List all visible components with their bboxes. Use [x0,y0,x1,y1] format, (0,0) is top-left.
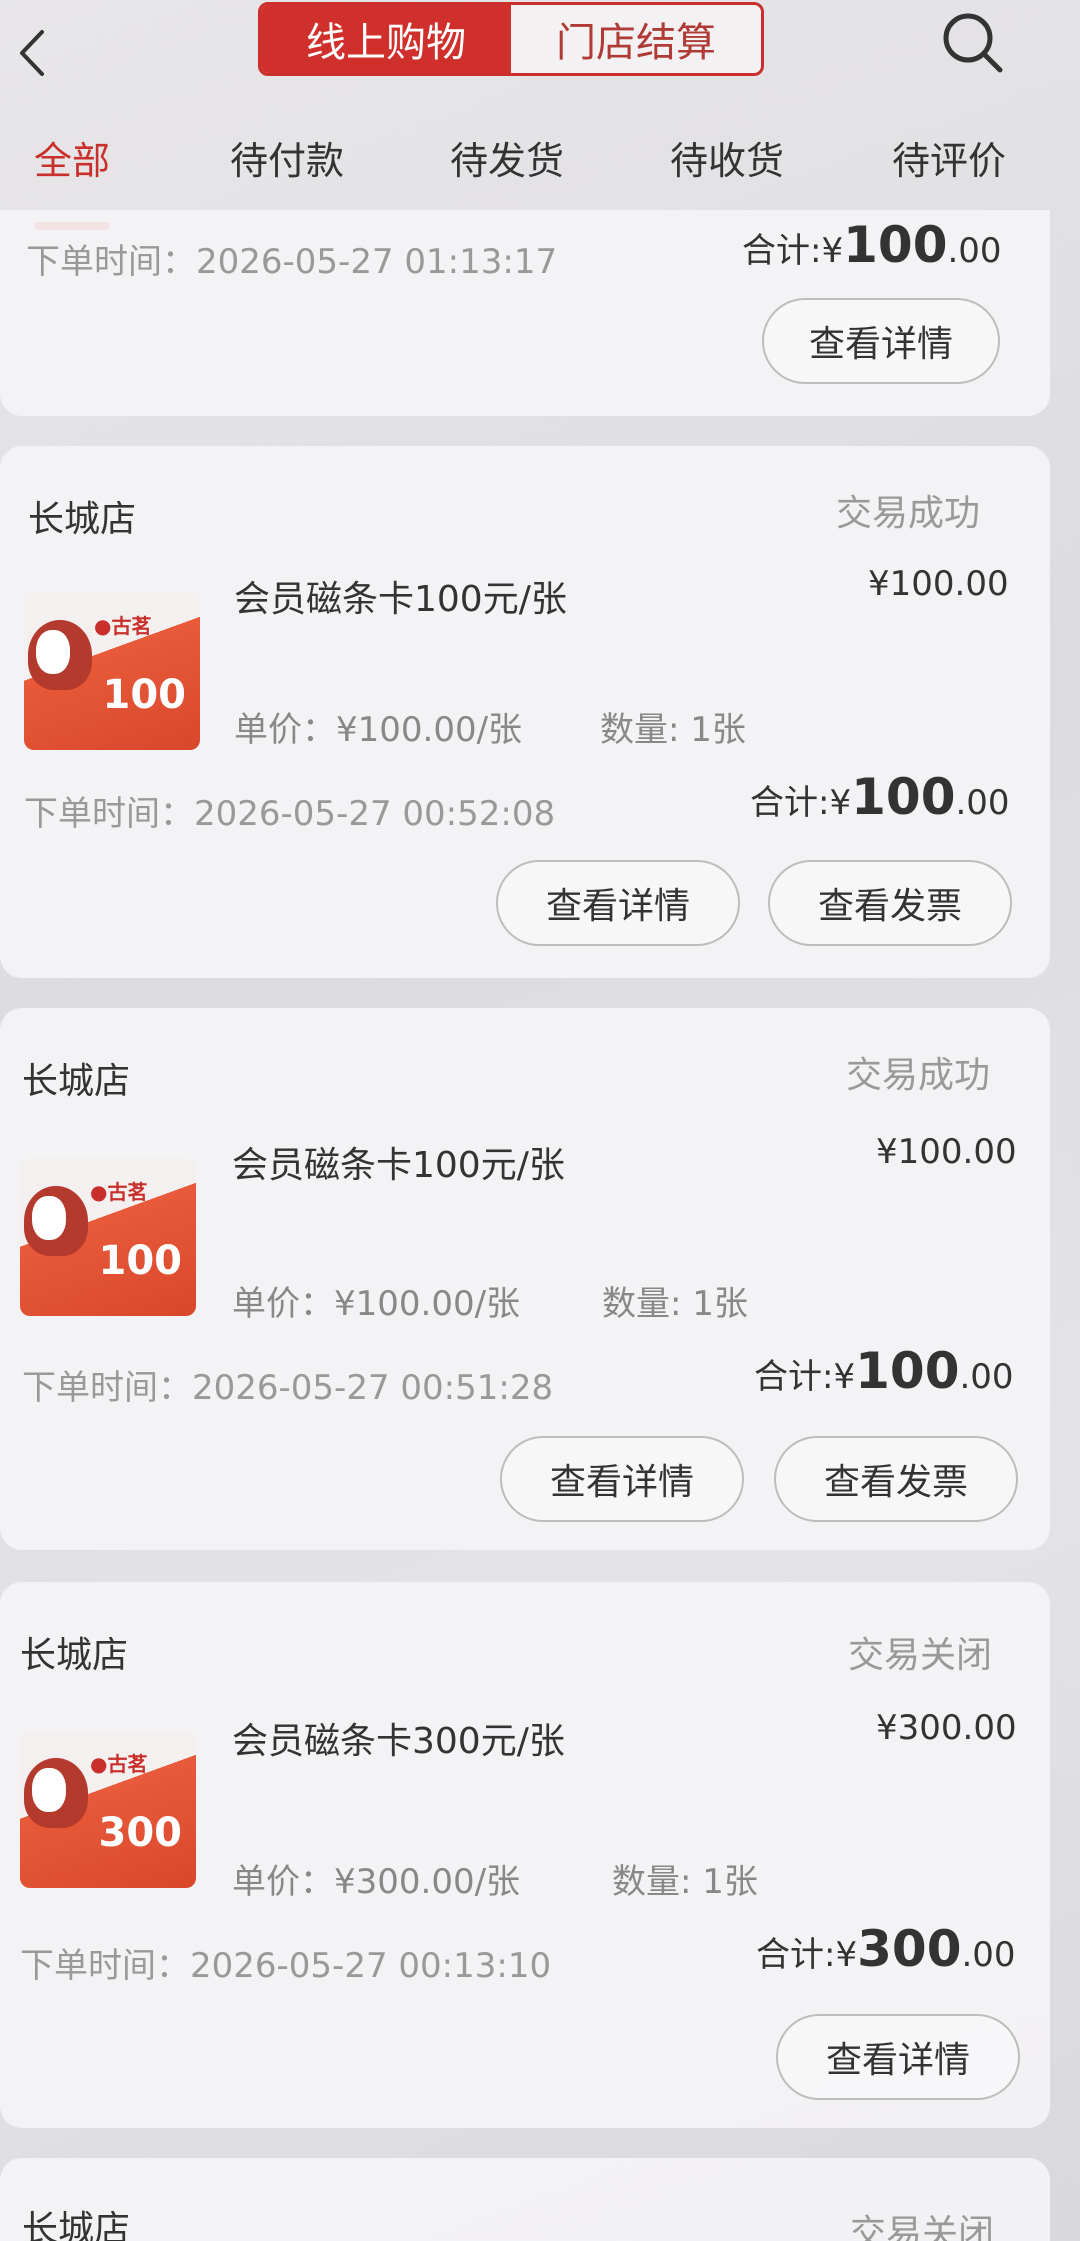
total-label: 合计: [756,1935,836,1975]
tab-all[interactable]: 全部 [34,130,110,185]
total-label: 合计: [750,783,830,823]
total-decimal: .00 [947,231,1002,271]
order-card-partial-top: 下单时间：2026-05-27 01:13:17 合计:¥100.00 查看详情 [0,210,1050,416]
back-button[interactable] [14,28,54,78]
view-details-button[interactable]: 查看详情 [500,1436,744,1522]
store-name: 长城店 [22,1061,131,1102]
product-name: 会员磁条卡300元/张 [232,1721,565,1762]
order-status: 交易关闭 [850,2213,995,2241]
product-name: 会员磁条卡100元/张 [234,579,567,620]
total-amount: 100 [843,216,948,274]
store-name: 长城店 [22,2209,131,2241]
mascot-face [36,630,70,674]
shopping-mode-toggle: 线上购物 门店结算 [258,2,764,76]
total-amount: 100 [851,768,956,826]
search-button[interactable] [938,8,1008,78]
order-time-label: 下单时间： [22,1368,192,1408]
order-time: 下单时间：2026-05-27 00:13:10 [20,1938,551,1987]
order-total: 合计:¥100.00 [750,768,1010,826]
card-amount: 300 [98,1810,183,1856]
order-card: 长城店 交易关闭 ●古茗 300 会员磁条卡300元/张 ¥300.00 单价：… [0,1582,1050,2128]
view-details-button[interactable]: 查看详情 [776,2014,1020,2100]
mascot-face [32,1196,66,1240]
tab-pending-review[interactable]: 待评价 [892,130,1006,185]
quantity: 数量: 1张 [602,1284,748,1324]
total-decimal: .00 [959,1357,1014,1397]
order-time-value: 2026-05-27 01:13:17 [196,242,558,282]
unit-price: 单价：¥100.00/张 [232,1284,521,1324]
brand-logo: ●古茗 [90,1752,148,1776]
view-invoice-button[interactable]: 查看发票 [768,860,1012,946]
total-label: 合计: [754,1357,834,1397]
order-time: 下单时间：2026-05-27 00:52:08 [24,786,555,835]
order-time: 下单时间：2026-05-27 00:51:28 [22,1360,553,1409]
currency-symbol: ¥ [821,231,844,271]
order-time: 下单时间：2026-05-27 01:13:17 [26,234,557,283]
order-time-value: 2026-05-27 00:52:08 [194,794,556,834]
card-amount: 100 [98,1238,183,1284]
order-time-label: 下单时间： [26,242,196,282]
tab-pending-payment[interactable]: 待付款 [230,130,344,185]
order-card: 长城店 交易成功 ●古茗 100 会员磁条卡100元/张 ¥100.00 单价：… [0,446,1050,978]
order-status: 交易关闭 [848,1635,993,1676]
product-price: ¥300.00 [876,1708,1017,1748]
product-thumbnail: ●古茗 300 [20,1730,196,1888]
unit-price: 单价：¥300.00/张 [232,1862,521,1902]
order-card-partial-bottom: 长城店 交易关闭 [0,2158,1050,2241]
brand-logo: ●古茗 [94,614,152,638]
brand-logo: ●古茗 [90,1180,148,1204]
store-name: 长城店 [20,1635,129,1676]
card-amount: 100 [102,672,187,718]
segment-store-checkout[interactable]: 门店结算 [511,5,761,73]
mascot-face [32,1768,66,1812]
total-amount: 300 [857,1920,962,1978]
product-price: ¥100.00 [876,1132,1017,1172]
view-details-button[interactable]: 查看详情 [762,298,1000,384]
chevron-left-icon [20,30,44,76]
currency-symbol: ¥ [829,783,852,823]
view-invoice-button[interactable]: 查看发票 [774,1436,1018,1522]
currency-symbol: ¥ [833,1357,856,1397]
search-icon [943,13,1003,73]
order-card: 长城店 交易成功 ●古茗 100 会员磁条卡100元/张 ¥100.00 单价：… [0,1008,1050,1550]
segment-online-shopping[interactable]: 线上购物 [261,5,511,73]
total-label: 合计: [742,231,822,271]
store-name: 长城店 [28,499,137,540]
order-time-label: 下单时间： [20,1946,190,1986]
order-time-value: 2026-05-27 00:13:10 [190,1946,552,1986]
header: 线上购物 门店结算 [0,0,1080,84]
total-amount: 100 [855,1342,960,1400]
order-total: 合计:¥300.00 [756,1920,1016,1978]
quantity: 数量: 1张 [600,710,746,750]
product-thumbnail: ●古茗 100 [20,1158,196,1316]
view-details-button[interactable]: 查看详情 [496,860,740,946]
tab-pending-shipment[interactable]: 待发货 [450,130,564,185]
order-total: 合计:¥100.00 [754,1342,1014,1400]
product-price: ¥100.00 [868,564,1009,604]
quantity: 数量: 1张 [612,1862,758,1902]
product-thumbnail: ●古茗 100 [24,592,200,750]
order-status: 交易成功 [846,1055,991,1096]
tab-pending-receipt[interactable]: 待收货 [670,130,784,185]
order-total: 合计:¥100.00 [742,216,1002,274]
order-time-value: 2026-05-27 00:51:28 [192,1368,554,1408]
total-decimal: .00 [955,783,1010,823]
order-time-label: 下单时间： [24,794,194,834]
currency-symbol: ¥ [835,1935,858,1975]
total-decimal: .00 [961,1935,1016,1975]
product-name: 会员磁条卡100元/张 [232,1145,565,1186]
unit-price: 单价：¥100.00/张 [234,710,523,750]
order-status: 交易成功 [836,493,981,534]
